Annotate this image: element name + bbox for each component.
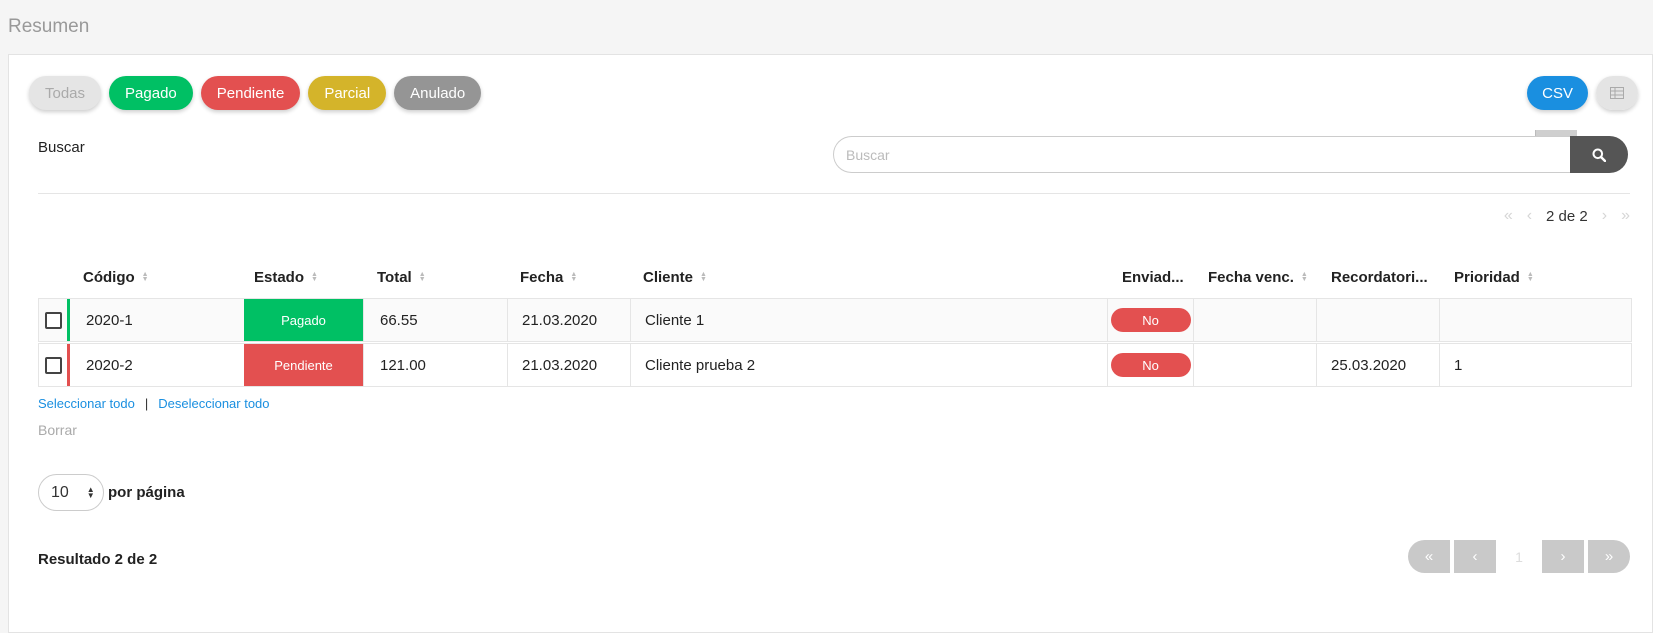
- csv-export-button[interactable]: CSV: [1527, 76, 1588, 110]
- prev-page-button[interactable]: ‹: [1454, 540, 1496, 573]
- fecha-venc-cell: [1194, 344, 1317, 386]
- enviado-badge: No: [1110, 353, 1191, 377]
- first-page-icon[interactable]: «: [1504, 207, 1513, 225]
- total-cell: 121.00: [364, 344, 508, 386]
- enviado-badge: No: [1110, 308, 1191, 332]
- chevron-left-icon: ‹: [1472, 548, 1478, 565]
- sort-icon: ▲ ▼: [1300, 271, 1308, 283]
- sort-icon: ▲ ▼: [418, 271, 426, 283]
- sort-icon: ▲ ▼: [311, 271, 318, 283]
- filter-pagado-button[interactable]: Pagado: [109, 76, 193, 110]
- sort-icon: ▲ ▼: [700, 271, 707, 283]
- col-total[interactable]: Total ▲ ▼: [377, 262, 426, 292]
- search-button[interactable]: [1570, 136, 1628, 173]
- table-row[interactable]: 2020-2 Pendiente 121.00 21.03.2020 Clien…: [38, 343, 1632, 387]
- row-checkbox[interactable]: [44, 356, 62, 374]
- next-page-button[interactable]: ›: [1542, 540, 1584, 573]
- status-badge: Pagado: [244, 299, 364, 341]
- filter-todas-button[interactable]: Todas: [29, 76, 102, 110]
- row-checkbox-cell: [39, 299, 70, 341]
- search-input[interactable]: [833, 136, 1570, 173]
- total-cell: 66.55: [364, 299, 508, 341]
- select-arrows-icon: ▲ ▼: [86, 484, 95, 500]
- col-codigo[interactable]: Código ▲ ▼: [83, 262, 149, 292]
- current-page[interactable]: 1: [1500, 540, 1538, 573]
- sort-icon: ▲ ▼: [141, 271, 149, 283]
- chevron-right-icon: ›: [1560, 548, 1566, 565]
- recordatorio-cell: [1317, 299, 1440, 341]
- double-chevron-left-icon: «: [1424, 548, 1434, 565]
- select-all-link[interactable]: Seleccionar todo: [38, 396, 135, 411]
- enviado-cell: No: [1108, 344, 1194, 386]
- col-estado[interactable]: Estado ▲ ▼: [254, 262, 318, 292]
- table-row[interactable]: 2020-1 Pagado 66.55 21.03.2020 Cliente 1…: [38, 298, 1632, 342]
- per-page-value: 10: [51, 483, 69, 501]
- status-filters: Todas Pagado Pendiente Parcial Anulado: [29, 76, 482, 110]
- col-cliente[interactable]: Cliente ▲ ▼: [643, 262, 707, 292]
- search-label: Buscar: [38, 139, 85, 156]
- col-recordatorio[interactable]: Recordatori...: [1331, 262, 1428, 292]
- filter-pendiente-button[interactable]: Pendiente: [200, 76, 301, 110]
- page-indicator: 2 de 2: [1546, 207, 1588, 225]
- fecha-cell: 21.03.2020: [508, 299, 631, 341]
- table-view-button[interactable]: [1596, 76, 1638, 110]
- view-toggle: [1535, 76, 1638, 164]
- per-page-select[interactable]: 10 ▲ ▼: [38, 474, 104, 511]
- filter-anulado-button[interactable]: Anulado: [394, 76, 482, 110]
- row-checkbox-cell: [39, 344, 70, 386]
- col-fecha-venc[interactable]: Fecha venc. ▲ ▼: [1208, 262, 1308, 292]
- table-header: Código ▲ ▼ Estado ▲ ▼ Total ▲ ▼ Fecha ▲ ▼ Client…: [38, 262, 1632, 292]
- recordatorio-cell: 25.03.2020: [1317, 344, 1440, 386]
- selection-links: Seleccionar todo | Deseleccionar todo: [38, 396, 270, 411]
- top-pager: « ‹ 2 de 2 › »: [1504, 207, 1630, 225]
- first-page-button[interactable]: «: [1408, 540, 1450, 573]
- result-count: Resultado 2 de 2: [38, 551, 158, 568]
- delete-button[interactable]: Borrar: [38, 422, 77, 438]
- col-enviado[interactable]: Enviad...: [1122, 262, 1184, 292]
- filter-parcial-button[interactable]: Parcial: [308, 76, 387, 110]
- last-page-button[interactable]: »: [1588, 540, 1630, 573]
- cliente-cell: Cliente 1: [631, 299, 1108, 341]
- main-card: Todas Pagado Pendiente Parcial Anulado C…: [8, 54, 1653, 633]
- codigo-cell: 2020-2: [86, 356, 133, 374]
- deselect-all-link[interactable]: Deseleccionar todo: [158, 396, 269, 411]
- enviado-cell: No: [1108, 299, 1194, 341]
- row-checkbox[interactable]: [44, 311, 62, 329]
- sort-icon: ▲ ▼: [570, 271, 578, 283]
- fecha-venc-cell: [1194, 299, 1317, 341]
- search-icon: [1592, 148, 1606, 162]
- table-icon: [1610, 87, 1624, 99]
- divider: [38, 193, 1630, 194]
- toolbar-right: CSV: [1527, 76, 1638, 164]
- prev-page-icon[interactable]: ‹: [1527, 207, 1532, 225]
- status-badge: Pendiente: [244, 344, 364, 386]
- separator: |: [144, 396, 149, 411]
- prioridad-cell: [1440, 299, 1631, 341]
- bottom-pager: « ‹ 1 › »: [1408, 540, 1630, 573]
- cliente-cell: Cliente prueba 2: [631, 344, 1108, 386]
- col-fecha[interactable]: Fecha ▲ ▼: [520, 262, 577, 292]
- per-page: 10 ▲ ▼ por página: [38, 474, 185, 511]
- fecha-cell: 21.03.2020: [508, 344, 631, 386]
- codigo-cell: 2020-1: [86, 311, 133, 329]
- sort-icon: ▲ ▼: [1526, 271, 1534, 283]
- last-page-icon[interactable]: »: [1621, 207, 1630, 225]
- prioridad-cell: 1: [1454, 356, 1463, 374]
- double-chevron-right-icon: »: [1604, 548, 1614, 565]
- next-page-icon[interactable]: ›: [1602, 207, 1607, 225]
- per-page-label: por página: [108, 484, 185, 501]
- search-bar: [833, 136, 1628, 173]
- col-prioridad[interactable]: Prioridad ▲ ▼: [1454, 262, 1534, 292]
- page-title: Resumen: [8, 16, 90, 37]
